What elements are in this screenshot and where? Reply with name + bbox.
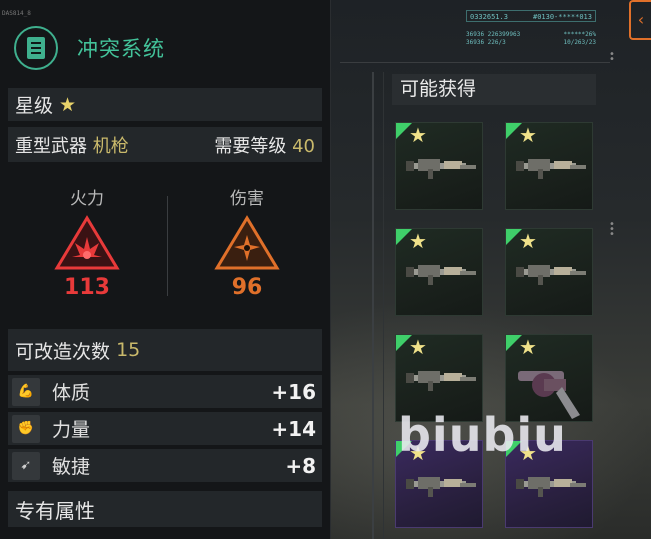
star-icon: ★ — [409, 229, 427, 253]
loot-title: 可能获得 — [392, 74, 596, 105]
mod-count-label: 可改造次数 — [15, 340, 111, 363]
attribute-name: 体质 — [52, 382, 91, 404]
damage-icon — [214, 215, 280, 270]
star-icon: ★ — [59, 93, 77, 116]
loot-item[interactable]: ★ — [505, 228, 593, 316]
exclusive-attr-row: 专有属性 — [8, 491, 322, 527]
document-icon — [14, 26, 58, 70]
system-title: 冲突系统 — [77, 37, 165, 61]
stats-divider — [167, 196, 168, 296]
attribute-value: +14 — [271, 416, 316, 441]
weapon-type-row: 重型武器 机枪 需要等级 40 — [8, 127, 322, 162]
hud-line1-right: ******26% — [563, 31, 596, 38]
attribute-row: 💪 体质 +16 — [8, 375, 322, 408]
star-icon: ★ — [409, 123, 427, 147]
stat-damage-value: 96 — [231, 275, 263, 300]
back-arrow-button[interactable]: ‹ — [629, 0, 651, 40]
loot-item[interactable]: ★ — [395, 228, 483, 316]
hud-line2-right: 10/263/23 — [563, 39, 596, 46]
stat-firepower-value: 113 — [64, 275, 110, 300]
star-label: 星级 — [15, 95, 54, 117]
loot-item[interactable]: ★ — [505, 122, 593, 210]
stat-firepower: 火力 113 — [12, 170, 162, 300]
loot-rail-inner — [383, 72, 384, 539]
hud-readout: 36936 226399963 ******26% 36936 226/3 10/2… — [466, 31, 596, 47]
mod-count-value: 15 — [116, 339, 141, 361]
boot-icon: ➹ — [12, 451, 40, 480]
stats-block: 火力 113 伤害 96 — [8, 170, 322, 318]
star-icon: ★ — [519, 335, 537, 359]
scroll-handle[interactable]: • • — [609, 50, 615, 65]
star-rating-row: 星级 ★ — [8, 88, 322, 121]
fist-icon: ✊ — [12, 414, 40, 443]
star-icon: ★ — [409, 335, 427, 359]
attribute-value: +16 — [271, 379, 316, 404]
stat-firepower-label: 火力 — [70, 189, 104, 209]
item-detail-panel: DAS814_8 冲突系统 星级 ★ 重型武器 机枪 需要等级 40 火力 11… — [0, 0, 331, 539]
loot-top-divider — [340, 62, 610, 63]
rifle-icon — [404, 365, 478, 397]
hud-line2-left: 36936 226/3 — [466, 39, 506, 46]
scroll-handle[interactable]: • • • — [609, 220, 615, 240]
machine-gun-icon — [404, 153, 478, 185]
loot-item[interactable]: ★ — [395, 122, 483, 210]
stat-damage-label: 伤害 — [230, 189, 264, 209]
machine-gun-icon — [514, 471, 588, 503]
stat-damage: 伤害 96 — [172, 170, 322, 300]
hud-code-left: 0332651.3 — [470, 13, 508, 21]
panel-tag: DAS814_8 — [2, 10, 31, 17]
level-req-label: 需要等级 — [214, 135, 287, 157]
loot-rail — [372, 72, 374, 539]
weapon-type: 重型武器 — [15, 135, 87, 157]
chevron-left-icon: ‹ — [637, 10, 645, 29]
level-req-value: 40 — [292, 135, 315, 157]
hud-code-right: #0130-*****013 — [532, 13, 592, 21]
watermark: biubiu — [398, 408, 567, 462]
attribute-row: ➹ 敏捷 +8 — [8, 449, 322, 482]
star-icon: ★ — [519, 123, 537, 147]
machine-gun-icon — [404, 471, 478, 503]
machine-gun-icon — [514, 259, 588, 291]
hud-code-bar: 0332651.3 #0130-*****013 — [466, 10, 596, 22]
firepower-icon — [54, 215, 120, 270]
hud-line1-left: 36936 226399963 — [466, 31, 521, 38]
mod-count-row: 可改造次数 15 — [8, 329, 322, 371]
attribute-name: 敏捷 — [52, 456, 91, 478]
machine-gun-icon — [404, 259, 478, 291]
attribute-name: 力量 — [52, 419, 91, 441]
weapon-subtype: 机枪 — [92, 135, 129, 157]
attribute-value: +8 — [285, 453, 316, 478]
exclusive-attr-label: 专有属性 — [15, 498, 95, 523]
machine-gun-icon — [514, 153, 588, 185]
attribute-row: ✊ 力量 +14 — [8, 412, 322, 445]
star-icon: ★ — [519, 229, 537, 253]
arm-icon: 💪 — [12, 377, 40, 406]
